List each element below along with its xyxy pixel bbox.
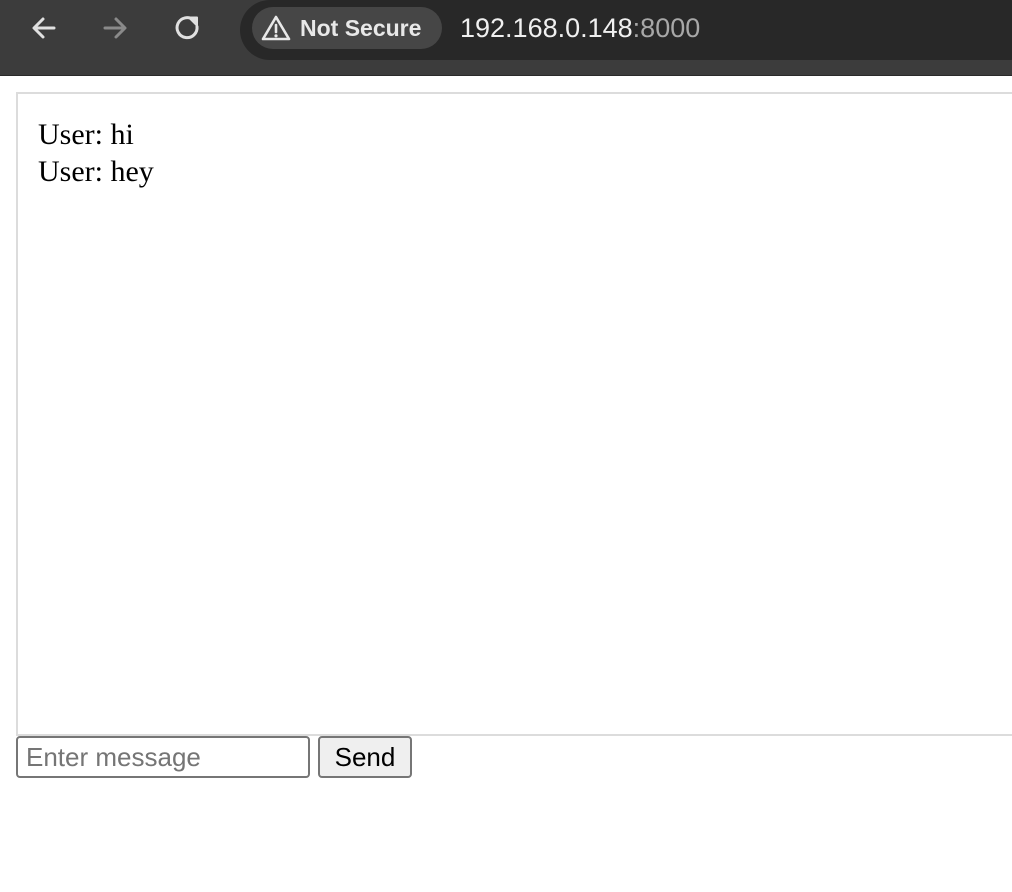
chat-message: User: hi	[38, 118, 134, 151]
chat-message: User: hey	[38, 155, 154, 188]
message-input[interactable]	[16, 736, 310, 778]
url-port: :8000	[632, 13, 701, 43]
send-button[interactable]: Send	[318, 736, 412, 778]
url-host: 192.168.0.148	[460, 13, 633, 43]
back-button[interactable]	[24, 8, 64, 48]
browser-toolbar: Not Secure 192.168.0.148:8000	[0, 0, 1012, 76]
arrow-left-icon	[32, 17, 56, 39]
reload-icon	[175, 16, 199, 40]
message-list: User: hi User: hey	[38, 116, 154, 190]
security-indicator[interactable]: Not Secure	[252, 7, 442, 49]
forward-button[interactable]	[95, 8, 135, 48]
reload-button[interactable]	[168, 8, 208, 48]
chat-log: User: hi User: hey	[16, 92, 1012, 736]
address-bar[interactable]: Not Secure 192.168.0.148:8000	[240, 0, 1012, 60]
url-text[interactable]: 192.168.0.148:8000	[460, 11, 700, 45]
warning-icon	[261, 15, 291, 41]
arrow-right-icon	[103, 17, 127, 39]
security-label: Not Secure	[300, 14, 422, 41]
